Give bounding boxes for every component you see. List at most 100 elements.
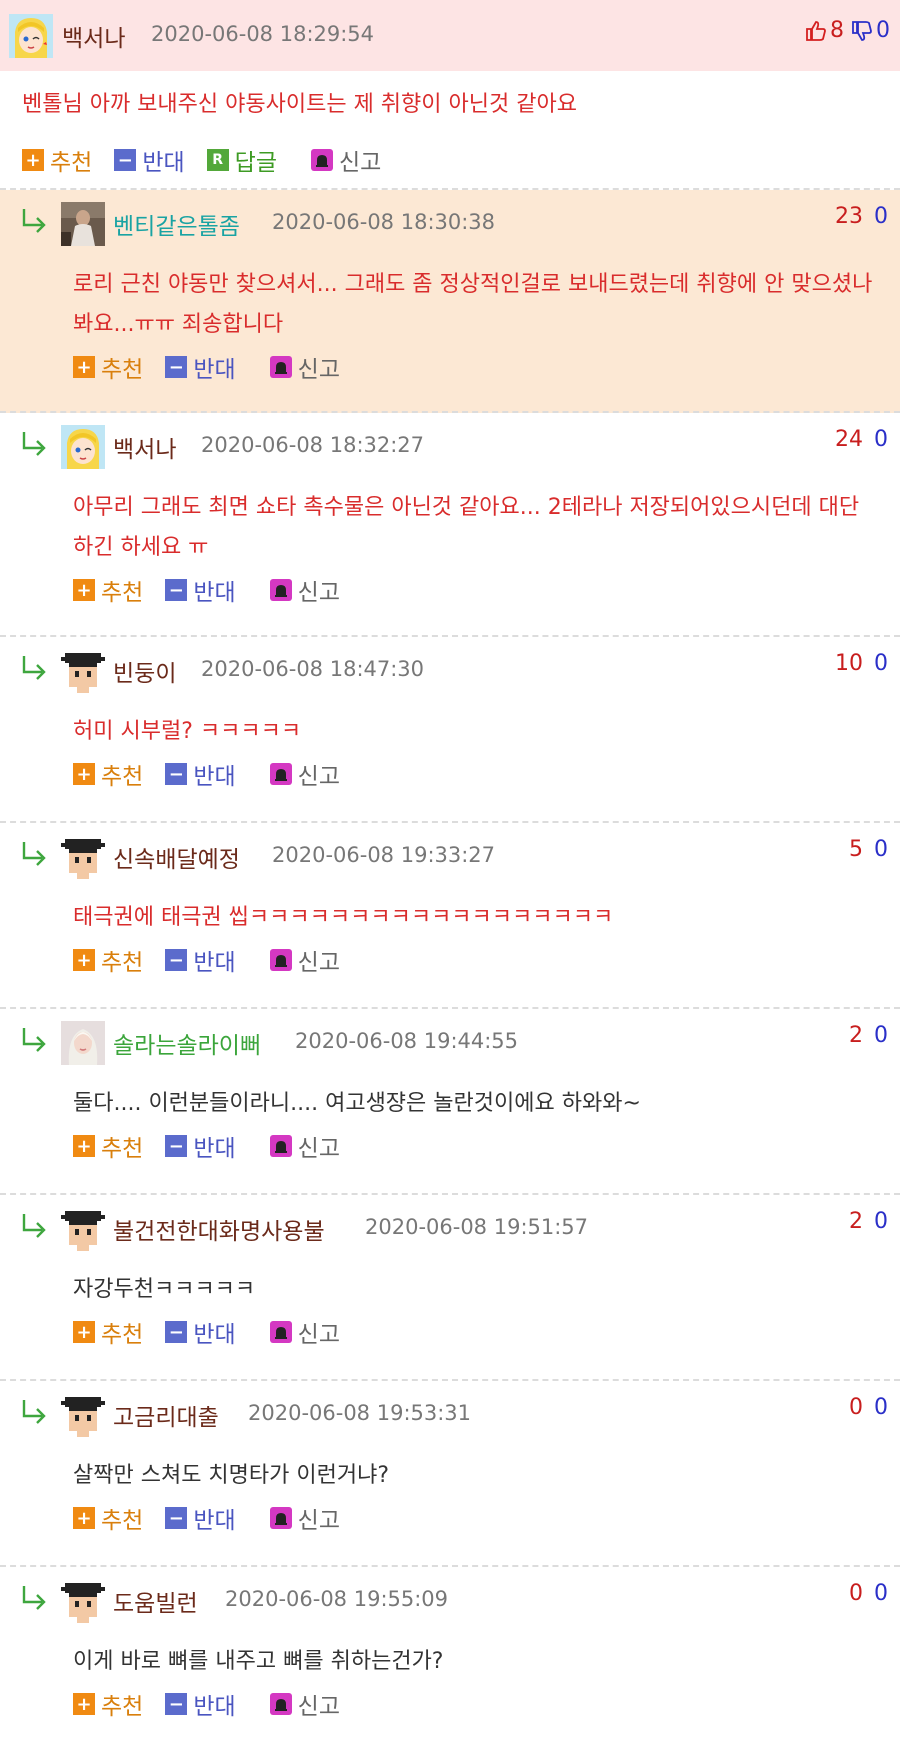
oppose-label: 반대 [193, 764, 236, 790]
recommend-button[interactable]: + 추천 [73, 573, 143, 607]
comment-actions: + 추천 − 반대 신고 [73, 757, 362, 791]
avatar[interactable] [61, 1021, 105, 1065]
comment-upvote-count: 23 [835, 204, 863, 229]
recommend-label: 추천 [101, 1322, 144, 1348]
comment-vote-counts: 2 0 [849, 1209, 888, 1234]
comment-item: 벤티같은톨좀 2020-06-08 18:30:38 23 0 로리 근친 야동… [0, 190, 900, 413]
recommend-button[interactable]: + 추천 [73, 1129, 143, 1163]
plus-icon: + [73, 356, 95, 378]
comment-upvote-count: 5 [849, 837, 863, 862]
siren-icon [269, 1321, 292, 1343]
recommend-button[interactable]: + 추천 [73, 1501, 143, 1535]
comment-vote-counts: 5 0 [849, 837, 888, 862]
report-button[interactable]: 신고 [269, 1129, 340, 1163]
oppose-label: 반대 [193, 950, 236, 976]
comment-author[interactable]: 고금리대출 [113, 1398, 219, 1432]
plus-icon: + [73, 1135, 95, 1157]
downvote-count: 0 [876, 18, 890, 43]
avatar[interactable] [61, 649, 105, 693]
oppose-label: 반대 [193, 580, 236, 606]
reply-arrow-icon [22, 842, 46, 866]
oppose-button[interactable]: − 반대 [165, 573, 236, 607]
report-button[interactable]: 신고 [269, 1687, 340, 1721]
comment-author[interactable]: 빈둥이 [113, 654, 176, 688]
recommend-button[interactable]: + 추천 [73, 1687, 143, 1721]
comment-author[interactable]: 백서나 [113, 430, 176, 464]
comment-upvote-count: 2 [849, 1209, 863, 1234]
report-button[interactable]: 신고 [269, 573, 340, 607]
comment-author[interactable]: 도움빌런 [113, 1584, 198, 1618]
comment-vote-counts: 0 0 [849, 1581, 888, 1606]
siren-icon [269, 763, 292, 785]
comment-downvote-count: 0 [874, 1209, 888, 1234]
comment-actions: + 추천 − 반대 신고 [73, 1501, 362, 1535]
post-actions: + 추천 − 반대 R 답글 신고 [22, 143, 403, 177]
oppose-button[interactable]: − 반대 [165, 757, 236, 791]
avatar[interactable] [61, 1393, 105, 1437]
avatar[interactable] [61, 835, 105, 879]
reply-button[interactable]: R 답글 [206, 143, 277, 177]
comment-author[interactable]: 벤티같은톨좀 [113, 207, 240, 241]
plus-icon: + [73, 1321, 95, 1343]
siren-icon [269, 1693, 292, 1715]
report-button[interactable]: 신고 [310, 143, 381, 177]
recommend-button[interactable]: + 추천 [22, 143, 92, 177]
comment-body: 아무리 그래도 최면 쇼타 촉수물은 아닌것 같아요... 2테라나 저장되어있… [73, 495, 860, 560]
avatar[interactable] [61, 202, 105, 246]
author-nickname[interactable]: 백서나 [62, 19, 125, 53]
comment-upvote-count: 0 [849, 1395, 863, 1420]
comment-author[interactable]: 불건전한대화명사용불 [113, 1212, 325, 1246]
comment-actions: + 추천 − 반대 신고 [73, 1687, 362, 1721]
comment-item: 도움빌런 2020-06-08 19:55:09 0 0 이게 바로 뼈를 내주… [0, 1567, 900, 1751]
comment-author[interactable]: 솔라는솔라이뻐 [113, 1026, 261, 1060]
comment-item: 고금리대출 2020-06-08 19:53:31 0 0 살짝만 스쳐도 치명… [0, 1381, 900, 1567]
oppose-button[interactable]: − 반대 [165, 1501, 236, 1535]
comment-timestamp: 2020-06-08 18:32:27 [201, 433, 425, 457]
report-button[interactable]: 신고 [269, 1501, 340, 1535]
avatar[interactable] [61, 1207, 105, 1251]
comment-item: 솔라는솔라이뻐 2020-06-08 19:44:55 2 0 둘다.... 이… [0, 1009, 900, 1195]
avatar[interactable] [9, 14, 53, 58]
recommend-button[interactable]: + 추천 [73, 350, 143, 384]
avatar[interactable] [61, 1579, 105, 1623]
oppose-button[interactable]: − 반대 [165, 943, 236, 977]
report-button[interactable]: 신고 [269, 350, 340, 384]
comment-downvote-count: 0 [874, 1581, 888, 1606]
main-post: 백서나 2020-06-08 18:29:54 8 0 벤톨님 아까 보내주신 … [0, 0, 900, 190]
oppose-button[interactable]: − 반대 [165, 350, 236, 384]
siren-icon [310, 149, 333, 171]
thumbs-down-icon [852, 20, 872, 41]
comment-body: 로리 근친 야동만 찾으셔서... 그래도 좀 정상적인걸로 보내드렸는데 취향… [73, 272, 873, 337]
comment-actions: + 추천 − 반대 신고 [73, 573, 362, 607]
comment-upvote-count: 0 [849, 1581, 863, 1606]
plus-icon: + [22, 149, 44, 171]
report-button[interactable]: 신고 [269, 757, 340, 791]
report-button[interactable]: 신고 [269, 1315, 340, 1349]
comment-upvote-count: 2 [849, 1023, 863, 1048]
comment-downvote-count: 0 [874, 204, 888, 229]
reply-arrow-icon [22, 1400, 46, 1424]
comment-timestamp: 2020-06-08 19:44:55 [295, 1029, 519, 1053]
oppose-button[interactable]: − 반대 [114, 143, 185, 177]
oppose-button[interactable]: − 반대 [165, 1687, 236, 1721]
oppose-label: 반대 [193, 357, 236, 383]
comment-body: 허미 시부럴? ㅋㅋㅋㅋㅋ [73, 719, 302, 744]
avatar[interactable] [61, 425, 105, 469]
report-button[interactable]: 신고 [269, 943, 340, 977]
comment-actions: + 추천 − 반대 신고 [73, 1129, 362, 1163]
comment-author[interactable]: 신속배달예정 [113, 840, 240, 874]
siren-icon [269, 356, 292, 378]
reply-arrow-icon [22, 1028, 46, 1052]
oppose-button[interactable]: − 반대 [165, 1129, 236, 1163]
recommend-button[interactable]: + 추천 [73, 1315, 143, 1349]
oppose-button[interactable]: − 반대 [165, 1315, 236, 1349]
reply-arrow-icon [22, 432, 46, 456]
report-label: 신고 [297, 1508, 340, 1534]
recommend-button[interactable]: + 추천 [73, 757, 143, 791]
comment-body: 이게 바로 뼈를 내주고 뼈를 취하는건가? [73, 1649, 444, 1674]
recommend-button[interactable]: + 추천 [73, 943, 143, 977]
recommend-label: 추천 [101, 357, 144, 383]
comment-body: 살짝만 스쳐도 치명타가 이런거냐? [73, 1463, 390, 1488]
reply-arrow-icon [22, 1586, 46, 1610]
report-label: 신고 [297, 1694, 340, 1720]
